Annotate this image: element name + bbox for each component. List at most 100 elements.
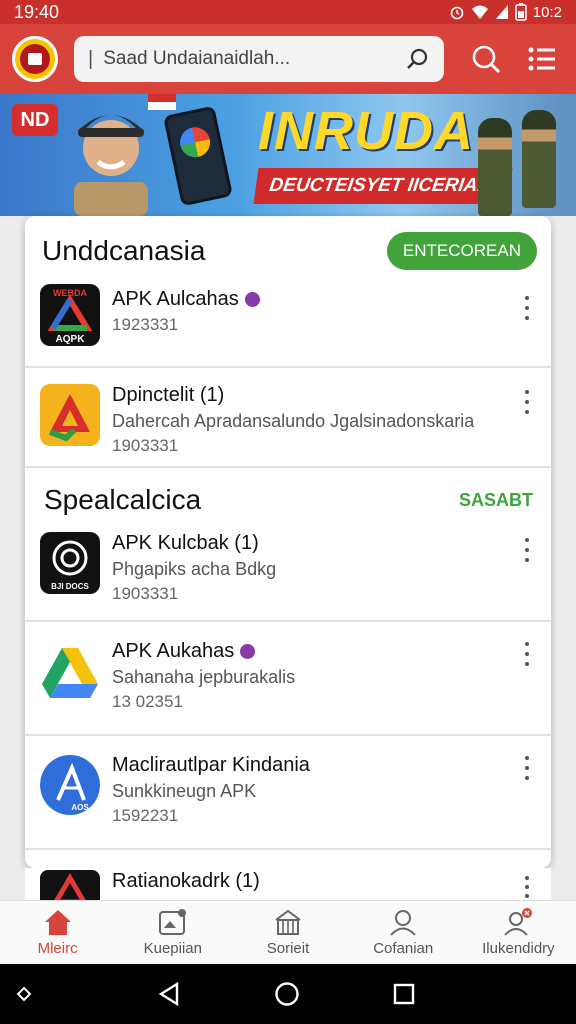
section-header: Spealcalcica SASABT [25, 480, 551, 520]
gallery-icon [158, 909, 186, 935]
app-number: 13 02351 [112, 692, 183, 711]
search-bar[interactable]: | [74, 36, 444, 82]
icon-caption: BJI DOCS [51, 582, 89, 591]
recents-button[interactable] [388, 978, 420, 1010]
search-icon [472, 45, 501, 74]
phone-image [163, 105, 233, 207]
list-menu-icon [528, 47, 555, 71]
verified-badge-icon [240, 644, 256, 659]
app-name: APK Kulcbak (1) [112, 532, 259, 554]
app-name-text: APK Aulcahas [112, 288, 239, 310]
flag-icon [148, 94, 176, 110]
app-name-text: APK Aukahas [112, 640, 235, 662]
system-navigation-bar [0, 964, 576, 1024]
app-texts: Maclirautlpar Kindania Sunkkineugn APK 1… [112, 754, 310, 826]
app-description: Sahanaha jepburakalis [112, 667, 296, 687]
status-icons: 10:2 [449, 3, 562, 21]
status-right-time: 10:2 [532, 3, 562, 21]
section-title: Unddcanasia [42, 235, 206, 266]
wifi-icon [471, 5, 488, 19]
app-number: 1903331 [112, 436, 179, 455]
list-item[interactable]: BJI DOCS APK Kulcbak (1) Phgapiks acha B… [25, 520, 551, 622]
app-bar: | [0, 24, 576, 94]
nav-label: Kuepiian [143, 940, 202, 957]
home-button[interactable] [271, 978, 303, 1010]
signal-icon [495, 5, 508, 19]
app-number: 1923331 [112, 315, 179, 334]
app-texts: APK Kulcbak (1) Phgapiks acha Bdkg 19033… [112, 532, 276, 604]
banner-person-image [74, 115, 148, 216]
store-icon [275, 909, 301, 935]
person-icon [390, 910, 416, 936]
list-item[interactable]: APK Aukahas Sahanaha jepburakalis 13 023… [25, 622, 551, 736]
bottom-navigation: Mleirc Kuepiian Sorieit Cofanian Ilukend… [0, 900, 576, 964]
text-cursor: | [88, 47, 94, 70]
more-options-icon[interactable] [521, 876, 533, 898]
home-icon [44, 910, 71, 935]
nav-label: Mleirc [37, 940, 78, 957]
list-item[interactable]: WEBDA AQPK APK Aulcahas 1923331 [25, 272, 551, 368]
soldier-figure-image [522, 110, 556, 208]
nav-item-home[interactable]: Mleirc [0, 901, 115, 964]
app-name: APK Aukahas [112, 640, 295, 663]
more-options-icon[interactable] [521, 756, 533, 780]
keyboard-toggle-button[interactable] [8, 978, 40, 1010]
back-button[interactable] [153, 978, 185, 1010]
app-name: Maclirautlpar Kindania [112, 754, 310, 776]
app-number: 1592231 [112, 806, 179, 825]
nav-label: Sorieit [266, 940, 310, 957]
camera-ring-icon: BJI DOCS [40, 532, 100, 594]
apk-triangle-black-icon: WEBDA AQPK [40, 284, 100, 346]
more-options-icon[interactable] [521, 642, 533, 666]
back-triangle-icon [158, 981, 179, 1007]
more-options-icon[interactable] [521, 390, 533, 414]
blue-circle-a-icon: AOS [40, 755, 100, 815]
more-options-icon[interactable] [521, 538, 533, 562]
app-texts: APK Aukahas Sahanaha jepburakalis 13 023… [112, 640, 295, 712]
banner-headline: INRUDA [258, 101, 474, 161]
nav-item-gallery[interactable]: Kuepiian [115, 901, 230, 964]
verified-badge-icon [244, 292, 260, 307]
app-number: 1903331 [112, 584, 179, 603]
app-description: Sunkkineugn APK [112, 781, 257, 801]
nav-label: Cofanian [373, 940, 434, 957]
icon-caption: AOS [71, 803, 89, 812]
banner-badge: ND [12, 104, 58, 136]
list-item[interactable]: Dpinctelit (1) Dahercah Apradansalundo J… [25, 368, 551, 468]
nav-item-person[interactable]: Cofanian [346, 901, 461, 964]
drive-triangle-icon [40, 642, 100, 704]
list-item-partial[interactable]: Ratianokadrk (1) [25, 868, 551, 900]
status-time: 19:40 [14, 1, 60, 22]
app-name: APK Aulcahas [112, 288, 260, 311]
logo-emblem-icon [20, 44, 50, 74]
battery-icon [514, 3, 527, 21]
section-title: Spealcalcica [44, 484, 202, 515]
list-item[interactable]: AOS Maclirautlpar Kindania Sunkkineugn A… [25, 736, 551, 850]
recents-square-icon [393, 983, 415, 1005]
search-button[interactable] [464, 37, 508, 81]
app-name: Ratianokadrk (1) [112, 870, 260, 892]
section-action-link[interactable]: SASABT [459, 490, 537, 511]
menu-button[interactable] [520, 37, 564, 81]
soldier-figure-image [478, 118, 512, 216]
app-name: Dpinctelit (1) [112, 384, 225, 406]
search-icon[interactable] [406, 47, 430, 71]
promo-banner[interactable]: ND INRUDA DEUCTEISYET IICERIAIA [0, 94, 576, 216]
search-input[interactable] [103, 48, 396, 70]
more-options-icon[interactable] [521, 296, 533, 320]
app-texts: APK Aulcahas 1923331 [112, 288, 260, 335]
app-description: Phgapiks acha Bdkg [112, 559, 277, 579]
diamond-icon [16, 986, 32, 1002]
nav-item-profile[interactable]: Ilukendidry [461, 901, 576, 964]
profile-badge-icon [504, 908, 533, 936]
app-logo[interactable] [12, 36, 58, 82]
section-header: Unddcanasia ENTECOREAN [25, 230, 551, 272]
apk-triangle-black-icon [40, 870, 100, 900]
nav-item-store[interactable]: Sorieit [230, 901, 345, 964]
status-bar: 19:40 10:2 [0, 0, 576, 24]
apk-a-orange-icon [40, 384, 100, 446]
section-action-button[interactable]: ENTECOREAN [386, 232, 537, 270]
icon-caption: AQPK [56, 334, 86, 345]
app-texts: Dpinctelit (1) Dahercah Apradansalundo J… [112, 384, 474, 456]
home-circle-icon [275, 982, 299, 1006]
